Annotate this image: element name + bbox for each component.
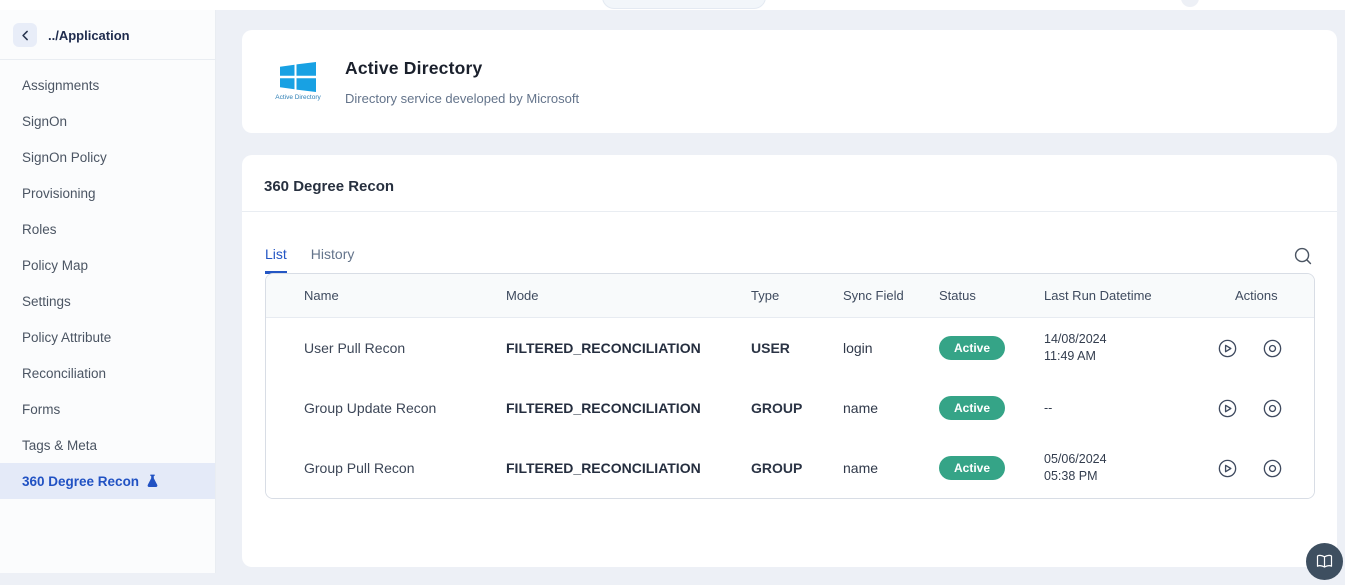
avatar-partial <box>1181 0 1199 7</box>
table-row: Group Pull Recon FILTERED_RECONCILIATION… <box>266 438 1314 498</box>
cell-sync-field: name <box>843 460 939 476</box>
column-header-last-run: Last Run Datetime <box>1044 288 1216 303</box>
cell-name: Group Pull Recon <box>266 460 506 476</box>
sidebar: ../Application Assignments SignOn SignOn… <box>0 10 216 573</box>
section-divider <box>242 211 1337 212</box>
column-header-status: Status <box>939 288 1044 303</box>
sidebar-item-policy-attribute[interactable]: Policy Attribute <box>0 319 215 355</box>
windows-flag-icon <box>280 62 316 92</box>
sidebar-item-tags-meta[interactable]: Tags & Meta <box>0 427 215 463</box>
table-row: User Pull Recon FILTERED_RECONCILIATION … <box>266 318 1314 378</box>
page-subtitle: Directory service developed by Microsoft <box>345 91 579 106</box>
tab-history[interactable]: History <box>311 246 355 274</box>
search-button[interactable] <box>1291 244 1315 268</box>
cell-last-run: 14/08/2024 11:49 AM <box>1044 331 1216 365</box>
search-icon <box>1293 246 1314 267</box>
cell-mode: FILTERED_RECONCILIATION <box>506 400 751 416</box>
sidebar-item-signon-policy[interactable]: SignOn Policy <box>0 139 215 175</box>
page-title: Active Directory <box>345 58 579 79</box>
sidebar-item-provisioning[interactable]: Provisioning <box>0 175 215 211</box>
run-recon-button[interactable] <box>1216 397 1238 419</box>
last-run-time: 11:49 AM <box>1044 348 1216 365</box>
status-badge: Active <box>939 336 1005 360</box>
run-recon-button[interactable] <box>1216 457 1238 479</box>
last-run-date: 14/08/2024 <box>1044 331 1216 348</box>
cell-name: User Pull Recon <box>266 340 506 356</box>
flask-icon <box>146 474 159 488</box>
cell-last-run: 05/06/2024 05:38 PM <box>1044 451 1216 485</box>
scrollbar-track[interactable] <box>1345 0 1356 585</box>
column-header-actions: Actions <box>1216 288 1315 303</box>
sidebar-item-reconciliation[interactable]: Reconciliation <box>0 355 215 391</box>
sidebar-item-signon[interactable]: SignOn <box>0 103 215 139</box>
cell-actions <box>1216 397 1315 419</box>
view-recon-button[interactable] <box>1261 337 1283 359</box>
last-run-time: 05:38 PM <box>1044 468 1216 485</box>
table-header-row: Name Mode Type Sync Field Status Last Ru… <box>266 274 1314 318</box>
recon-table: Name Mode Type Sync Field Status Last Ru… <box>265 273 1315 499</box>
app-logo-block: Active Directory <box>268 62 328 101</box>
table-row: Group Update Recon FILTERED_RECONCILIATI… <box>266 378 1314 438</box>
status-badge: Active <box>939 456 1005 480</box>
column-header-type: Type <box>751 288 843 303</box>
sidebar-item-roles[interactable]: Roles <box>0 211 215 247</box>
sidebar-item-360-degree-recon[interactable]: 360 Degree Recon <box>0 463 215 499</box>
cell-mode: FILTERED_RECONCILIATION <box>506 340 751 356</box>
cell-type: USER <box>751 340 843 356</box>
global-search-partial[interactable] <box>602 0 766 9</box>
recon-card: 360 Degree Recon List History Name Mode … <box>242 155 1337 567</box>
tabs-row: List History <box>265 226 1315 274</box>
open-book-icon <box>1316 554 1333 569</box>
cell-mode: FILTERED_RECONCILIATION <box>506 460 751 476</box>
cell-type: GROUP <box>751 460 843 476</box>
column-header-sync-field: Sync Field <box>843 288 939 303</box>
view-recon-button[interactable] <box>1261 397 1283 419</box>
app-logo-caption: Active Directory <box>275 94 321 101</box>
back-button[interactable] <box>13 23 37 47</box>
sidebar-item-assignments[interactable]: Assignments <box>0 67 215 103</box>
column-header-name: Name <box>266 288 506 303</box>
cell-actions <box>1216 337 1315 359</box>
run-recon-button[interactable] <box>1216 337 1238 359</box>
sidebar-back-row: ../Application <box>0 10 215 59</box>
cell-name: Group Update Recon <box>266 400 506 416</box>
cell-actions <box>1216 457 1315 479</box>
app-header-text: Active Directory Directory service devel… <box>345 58 579 106</box>
cell-sync-field: login <box>843 340 939 356</box>
sidebar-item-policy-map[interactable]: Policy Map <box>0 247 215 283</box>
breadcrumb[interactable]: ../Application <box>48 28 130 43</box>
docs-fab-button[interactable] <box>1306 543 1343 580</box>
section-title: 360 Degree Recon <box>242 155 1337 211</box>
last-run-date: 05/06/2024 <box>1044 451 1216 468</box>
cell-sync-field: name <box>843 400 939 416</box>
sidebar-item-forms[interactable]: Forms <box>0 391 215 427</box>
view-recon-button[interactable] <box>1261 457 1283 479</box>
tab-list[interactable]: List <box>265 246 287 274</box>
cell-type: GROUP <box>751 400 843 416</box>
top-bar-partial <box>0 0 1356 10</box>
column-header-mode: Mode <box>506 288 751 303</box>
cell-last-run: -- <box>1044 400 1216 417</box>
app-header-card: Active Directory Active Directory Direct… <box>242 30 1337 133</box>
sidebar-nav: Assignments SignOn SignOn Policy Provisi… <box>0 60 215 499</box>
last-run-date: -- <box>1044 400 1216 417</box>
status-badge: Active <box>939 396 1005 420</box>
chevron-left-icon <box>19 29 32 42</box>
sidebar-item-label: 360 Degree Recon <box>22 474 139 489</box>
sidebar-item-settings[interactable]: Settings <box>0 283 215 319</box>
